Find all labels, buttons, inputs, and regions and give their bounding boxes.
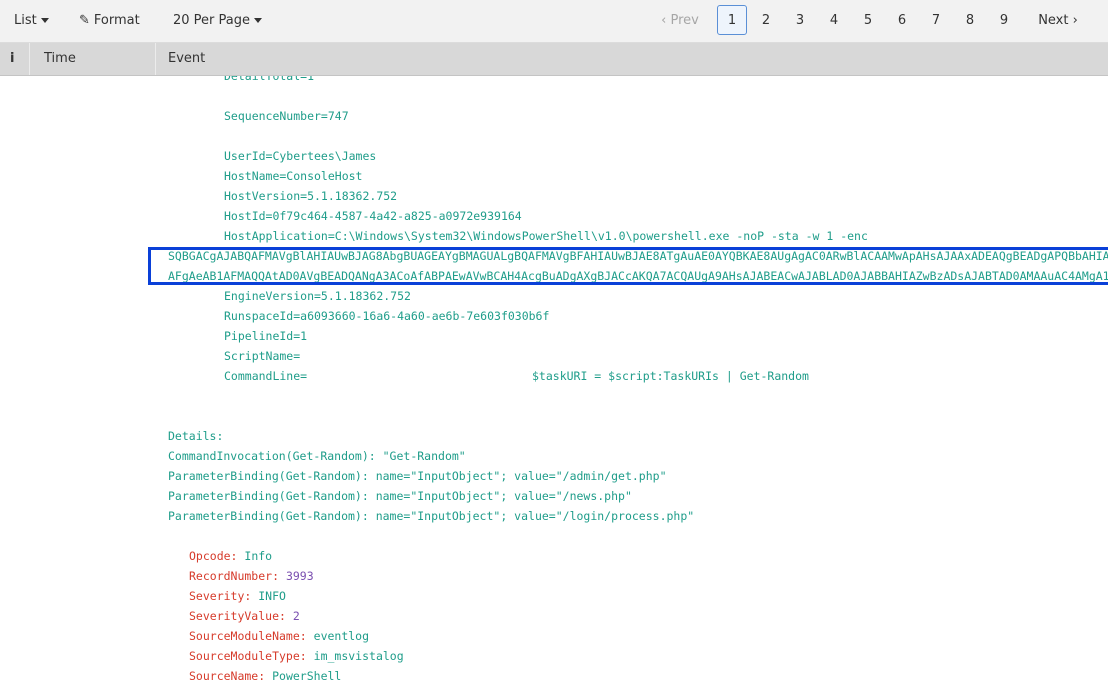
pencil-icon: ✎ [79,13,90,28]
field-value: INFO [258,589,286,603]
column-divider [29,43,30,75]
chevron-down-icon [40,18,49,23]
opcode-field[interactable]: Opcode: Info [189,546,272,566]
source-module-name-field[interactable]: SourceModuleName: eventlog [189,626,369,646]
command-line-value: $taskURI = $script:TaskURIs | Get-Random [532,369,809,383]
event-field-line: ScriptName= [224,349,301,363]
page-9-button[interactable]: 9 [994,0,1014,42]
format-label: Format [93,13,140,28]
event-field-line: RunspaceId=a6093660-16a6-4a60-ae6b-7e603… [224,309,550,323]
event-field-line: HostName=ConsoleHost [224,169,363,183]
next-page-button[interactable]: Next › [1030,0,1086,42]
list-view-dropdown[interactable]: List [14,0,49,42]
source-module-type-field[interactable]: SourceModuleType: im_msvistalog [189,646,404,666]
event-detail: DetailTotal=1 SequenceNumber=747 UserId=… [0,76,1108,689]
selection-highlight-box [148,247,1108,285]
per-page-label: 20 Per Page [173,13,250,28]
details-label: Details: [168,429,224,443]
field-value: 3993 [285,569,314,583]
field-key: SourceName: [189,669,266,683]
field-key: RecordNumber: [189,569,280,583]
info-column-header[interactable]: i [10,43,14,75]
page-1-button[interactable]: 1 [717,5,747,35]
field-value: PowerShell [272,669,342,683]
field-value: im_msvistalog [313,649,404,663]
field-key: SourceModuleName: [189,629,307,643]
field-key: Severity: [189,589,252,603]
page-7-button[interactable]: 7 [926,0,946,42]
event-field-line: HostVersion=5.1.18362.752 [224,189,398,203]
event-field-line: DetailTotal=1 [224,76,315,83]
details-line: ParameterBinding(Get-Random): name="Inpu… [168,469,667,483]
field-value: Info [244,549,273,563]
event-field-line: SequenceNumber=747 [224,109,349,123]
event-field-line: HostApplication=C:\Windows\System32\Wind… [224,229,868,243]
field-value: eventlog [313,629,370,643]
page-3-button[interactable]: 3 [790,0,810,42]
results-toolbar: List ✎ Format 20 Per Page ‹ Prev 1 2 3 4 … [0,0,1108,43]
event-field-line: UserId=Cybertees\James [224,149,377,163]
format-button[interactable]: ✎ Format [79,0,140,42]
table-header: i Time Event [0,43,1108,76]
column-divider [155,43,156,75]
record-number-field[interactable]: RecordNumber: 3993 [189,566,314,586]
severity-field[interactable]: Severity: INFO [189,586,286,606]
details-line: CommandInvocation(Get-Random): "Get-Rand… [168,449,466,463]
time-column-header[interactable]: Time [44,43,76,75]
event-field-line: EngineVersion=5.1.18362.752 [224,289,411,303]
field-key: SourceModuleType: [189,649,307,663]
field-key: Opcode: [189,549,238,563]
details-line: ParameterBinding(Get-Random): name="Inpu… [168,489,632,503]
severity-value-field[interactable]: SeverityValue: 2 [189,606,300,626]
event-field-line: HostId=0f79c464-4587-4a42-a825-a0972e939… [224,209,522,223]
event-field-line: PipelineId=1 [224,329,308,343]
chevron-down-icon [254,18,262,23]
field-value: 2 [292,609,300,623]
event-field-line: CommandLine= [224,369,308,383]
list-view-label: List [14,13,37,28]
page-6-button[interactable]: 6 [892,0,912,42]
source-name-field[interactable]: SourceName: PowerShell [189,666,341,686]
field-key: SeverityValue: [189,609,286,623]
per-page-dropdown[interactable]: 20 Per Page [173,0,262,42]
page-5-button[interactable]: 5 [858,0,878,42]
prev-page-button[interactable]: ‹ Prev [655,0,705,42]
page-2-button[interactable]: 2 [756,0,776,42]
details-line: ParameterBinding(Get-Random): name="Inpu… [168,509,695,523]
page-8-button[interactable]: 8 [960,0,980,42]
page-4-button[interactable]: 4 [824,0,844,42]
event-column-header[interactable]: Event [168,43,205,75]
